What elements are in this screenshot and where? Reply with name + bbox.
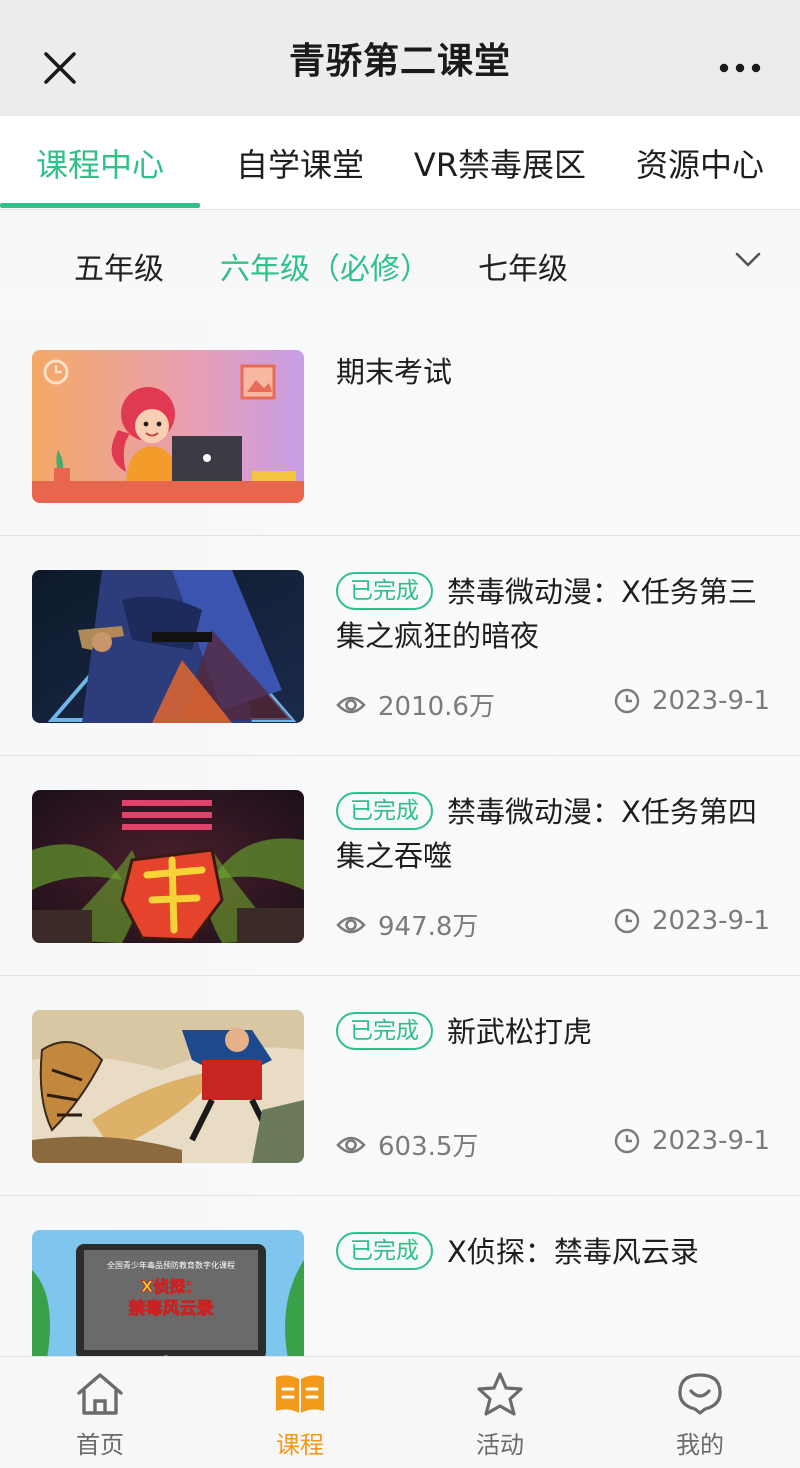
bottom-tab-activities[interactable]: 活动 xyxy=(400,1357,600,1468)
publish-date-value: 2023-9-1 xyxy=(652,1126,771,1156)
thumb-title-line2: 禁毒风云录 xyxy=(129,1298,214,1319)
eye-icon xyxy=(336,696,366,713)
course-thumbnail xyxy=(32,790,304,943)
completed-badge: 已完成 xyxy=(336,1232,433,1270)
tab-underline xyxy=(0,203,200,208)
grade-selector: 五年级 六年级（必修） 七年级 xyxy=(0,210,800,314)
view-count-value: 603.5万 xyxy=(378,1132,479,1162)
bottom-tab-label: 课程 xyxy=(276,1431,324,1459)
bottom-tab-label: 我的 xyxy=(676,1431,724,1459)
course-title: 新武松打虎 xyxy=(447,1015,593,1049)
bottom-tab-mine[interactable]: 我的 xyxy=(600,1357,800,1468)
grade-7[interactable]: 七年级 xyxy=(478,244,568,288)
view-count-value: 947.8万 xyxy=(378,912,479,942)
completed-badge: 已完成 xyxy=(336,572,433,610)
course-item-x-mission-4[interactable]: 已完成 禁毒微动漫：X任务第四集之吞噬 947.8万 2023-9-1 xyxy=(0,756,800,976)
publish-date: 2023-9-1 xyxy=(614,906,770,936)
bottom-tab-courses[interactable]: 课程 xyxy=(200,1357,400,1468)
view-count: 603.5万 xyxy=(336,1126,478,1163)
course-title: 期末考试 xyxy=(336,355,453,389)
tab-resource-center[interactable]: 资源中心 xyxy=(600,116,800,209)
thumb-title-line1: X侦探： xyxy=(141,1277,201,1296)
tab-course-center[interactable]: 课程中心 xyxy=(0,116,200,209)
clock-icon xyxy=(614,688,640,714)
course-item-final-exam[interactable]: 期末考试 xyxy=(0,314,800,536)
chevron-down-icon[interactable] xyxy=(734,248,762,272)
course-item-wu-song[interactable]: 已完成 新武松打虎 603.5万 2023-9-1 xyxy=(0,976,800,1196)
course-thumbnail xyxy=(32,350,304,503)
publish-date: 2023-9-1 xyxy=(614,1126,770,1156)
view-count: 2010.6万 xyxy=(336,686,495,723)
clock-icon xyxy=(614,908,640,934)
completed-badge: 已完成 xyxy=(336,1012,433,1050)
tab-vr-exhibition[interactable]: VR禁毒展区 xyxy=(400,116,600,209)
tab-self-study[interactable]: 自学课堂 xyxy=(200,116,400,209)
book-icon xyxy=(276,1375,324,1413)
thumb-caption: 全国青少年毒品预防教育数字化课程 xyxy=(107,1260,235,1270)
eye-icon xyxy=(336,1136,366,1153)
home-icon xyxy=(77,1373,123,1415)
star-icon xyxy=(477,1372,523,1416)
close-icon[interactable] xyxy=(40,48,80,88)
publish-date-value: 2023-9-1 xyxy=(652,686,771,716)
publish-date: 2023-9-1 xyxy=(614,686,770,716)
bottom-tab-home[interactable]: 首页 xyxy=(0,1357,200,1468)
eye-icon xyxy=(336,916,366,933)
course-title: X侦探：禁毒风云录 xyxy=(447,1235,699,1269)
course-thumbnail xyxy=(32,570,304,723)
smile-icon xyxy=(678,1373,722,1415)
page-title: 青骄第二课堂 xyxy=(288,41,511,82)
course-thumbnail: 全国青少年毒品预防教育数字化课程 X侦探： 禁毒风云录 xyxy=(32,1230,304,1356)
completed-badge: 已完成 xyxy=(336,792,433,830)
course-item-x-mission-3[interactable]: 已完成 禁毒微动漫：X任务第三集之疯狂的暗夜 2010.6万 2023-9-1 xyxy=(0,536,800,756)
course-item-x-detective[interactable]: 全国青少年毒品预防教育数字化课程 X侦探： 禁毒风云录 已完成 X侦探：禁毒风云录 xyxy=(0,1196,800,1356)
course-thumbnail xyxy=(32,1010,304,1163)
top-tabs: 课程中心 自学课堂 VR禁毒展区 资源中心 xyxy=(0,116,800,210)
bottom-tab-label: 活动 xyxy=(476,1431,524,1459)
grade-6-required[interactable]: 六年级（必修） xyxy=(220,244,430,288)
course-list: 期末考试 已完成 禁毒微动漫：X任务第三集之疯狂的暗夜 2010.6万 2023… xyxy=(0,314,800,1356)
bottom-tab-bar: 首页 课程 活动 我的 xyxy=(0,1356,800,1468)
publish-date-value: 2023-9-1 xyxy=(652,906,771,936)
view-count-value: 2010.6万 xyxy=(378,692,495,722)
more-icon[interactable] xyxy=(718,56,762,80)
view-count: 947.8万 xyxy=(336,906,478,943)
bottom-tab-label: 首页 xyxy=(76,1431,124,1459)
nav-bar: 青骄第二课堂 xyxy=(0,0,800,116)
clock-icon xyxy=(614,1128,640,1154)
grade-5[interactable]: 五年级 xyxy=(74,244,164,288)
